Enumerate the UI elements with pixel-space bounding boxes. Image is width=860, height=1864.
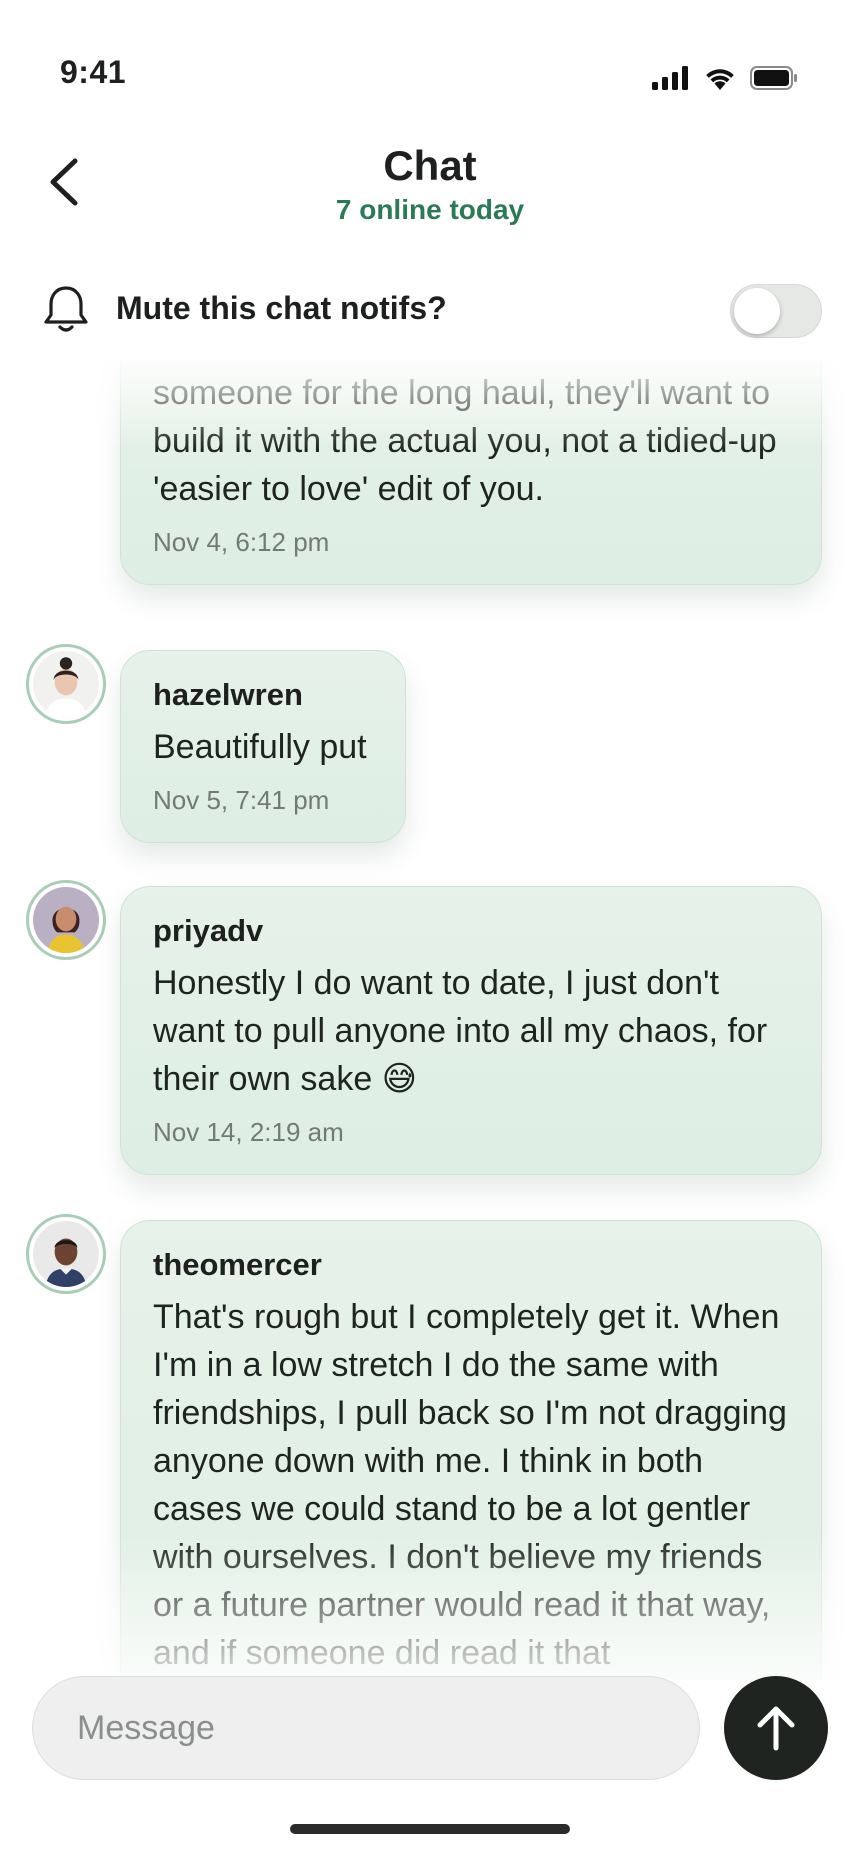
send-button[interactable] (724, 1676, 828, 1780)
message-author: priyadv (153, 913, 264, 948)
message-time: Nov 5, 7:41 pm (153, 785, 330, 815)
message-bubble: priyadv Honestly I do want to date, I ju… (120, 886, 822, 1175)
message-feed[interactable]: someone for the long haul, they'll want … (0, 360, 860, 1680)
avatar[interactable] (26, 644, 106, 724)
message-bubble: someone for the long haul, they'll want … (120, 360, 822, 585)
status-icons (652, 66, 798, 95)
message-time: Nov 4, 6:12 pm (153, 527, 330, 557)
page-title: Chat (383, 142, 477, 189)
chat-header: Chat 7 online today (0, 130, 860, 240)
mute-setting-row: Mute this chat notifs? (0, 270, 860, 350)
avatar[interactable] (26, 1214, 106, 1294)
online-count: 7 online today (335, 194, 525, 225)
message-text: That's rough but I completely get it. Wh… (153, 1298, 787, 1672)
message-input[interactable] (32, 1676, 700, 1780)
cellular-signal-icon (652, 66, 690, 95)
message-text: Beautifully put (153, 728, 367, 766)
message-author: theomercer (153, 1247, 322, 1282)
battery-icon (750, 66, 798, 95)
status-time: 9:41 (60, 54, 127, 90)
message-text: Honestly I do want to date, I just don't… (153, 964, 768, 1098)
message-bubble: theomercer That's rough but I completely… (120, 1220, 822, 1680)
message-time: Nov 14, 2:19 am (153, 1117, 344, 1147)
bell-icon (44, 286, 88, 332)
wifi-icon (704, 66, 736, 95)
home-indicator (290, 1824, 570, 1834)
avatar[interactable] (26, 880, 106, 960)
mute-toggle[interactable] (730, 284, 822, 338)
mute-label: Mute this chat notifs? (116, 290, 447, 326)
message-author: hazelwren (153, 677, 303, 712)
message-text: someone for the long haul, they'll want … (153, 374, 777, 508)
message-bubble: hazelwren Beautifully put Nov 5, 7:41 pm (120, 650, 406, 843)
status-bar: 9:41 (0, 0, 860, 120)
arrow-up-icon (757, 1706, 795, 1751)
toggle-knob (734, 288, 780, 334)
message-composer (0, 1670, 860, 1790)
